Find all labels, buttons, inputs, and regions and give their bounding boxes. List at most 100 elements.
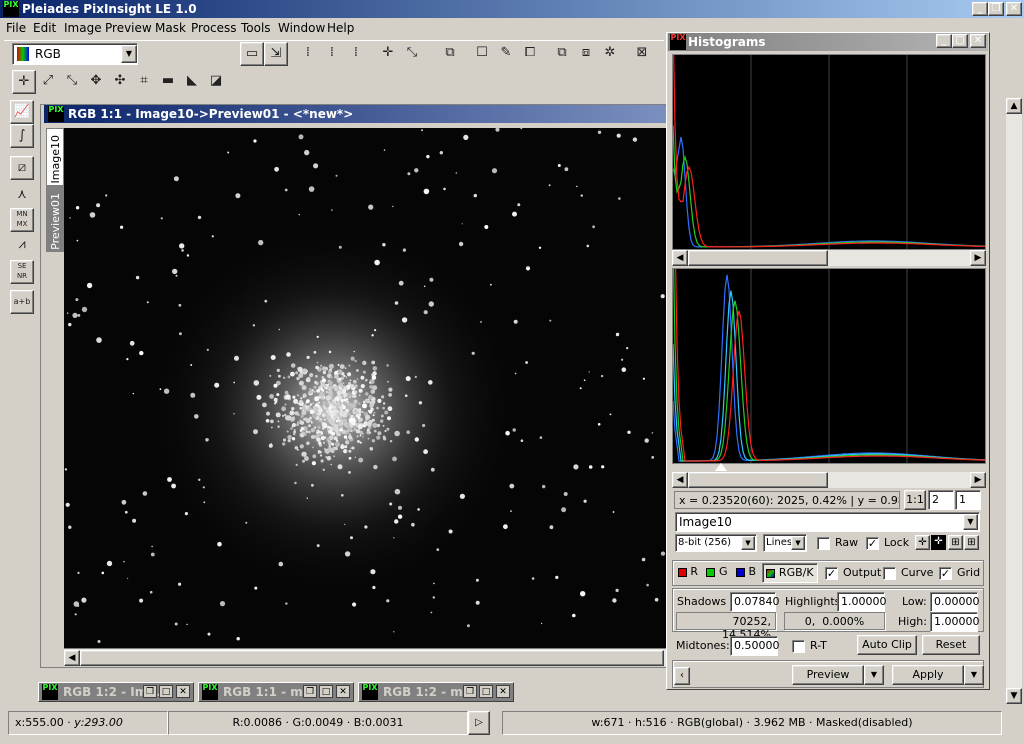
restore-icon[interactable]: ❐	[303, 685, 317, 698]
view-select[interactable]: Image10 ▼	[675, 512, 980, 532]
pan-mode-icon[interactable]: ✥	[84, 70, 108, 94]
close-button[interactable]: ✕	[1006, 2, 1022, 16]
minimized-window-3[interactable]: PIX RGB 1:2 - m... ❐ □ ✕	[358, 682, 514, 702]
maximize-icon[interactable]: □	[159, 685, 173, 698]
hist-bot-scroll-thumb[interactable]	[688, 472, 828, 488]
scroll-up-icon[interactable]: ▲	[1006, 98, 1022, 114]
menu-image[interactable]: Image	[64, 21, 102, 35]
hist-top-scroll-left-icon[interactable]: ◀	[672, 250, 688, 266]
reset-button[interactable]: Reset	[922, 635, 980, 655]
channel-b-button[interactable]: B	[734, 563, 758, 583]
output-histogram-scrollbar[interactable]: ◀ ▶	[672, 250, 986, 266]
crosshair-icon[interactable]: ✛	[915, 535, 930, 550]
zoom-out-mode-icon[interactable]: ⤡	[60, 70, 84, 94]
sn-tool-icon[interactable]: SE NR	[10, 260, 34, 284]
view-select-chevron-icon[interactable]: ▼	[963, 514, 978, 530]
hist-maximize-button[interactable]: □	[952, 34, 968, 48]
shadows-clip-marker-icon[interactable]	[715, 463, 727, 471]
edit-preview-icon[interactable]: ✎	[494, 42, 518, 66]
histograms-title-bar[interactable]: PIX Histograms _ □ ✕	[668, 33, 988, 51]
mask-mode-icon[interactable]: ▬	[156, 70, 180, 94]
hist-bot-scroll-right-icon[interactable]: ▶	[970, 472, 986, 488]
restore-button[interactable]: ❐	[988, 2, 1004, 16]
new-preview-icon[interactable]: ☐	[470, 42, 494, 66]
auto-clip-button[interactable]: Auto Clip	[857, 635, 917, 655]
center-mode-icon[interactable]: ✣	[108, 70, 132, 94]
zoom-h-field[interactable]: 2	[928, 490, 954, 510]
grid-checkbox[interactable]: ✓	[939, 567, 952, 580]
hist-minimize-button[interactable]: _	[936, 34, 952, 48]
new-window-icon[interactable]: ▭	[240, 42, 264, 66]
play-icon[interactable]: ▷	[468, 711, 490, 735]
rt-checkbox[interactable]	[792, 640, 805, 653]
mask-show-icon[interactable]: ◣	[180, 70, 204, 94]
wavelet-tool-icon[interactable]: ⩘	[10, 234, 34, 258]
channel-rgbk-button[interactable]: RGB/K	[762, 563, 818, 583]
zoom-mode-icon[interactable]: ⤢	[36, 70, 60, 94]
lock-checkbox[interactable]: ✓	[866, 537, 879, 550]
menu-mask[interactable]: Mask	[155, 21, 186, 35]
maximize-icon[interactable]: □	[479, 685, 493, 698]
channel-r-button[interactable]: R	[676, 563, 700, 583]
menu-process[interactable]: Process	[191, 21, 237, 35]
psf-tool-icon[interactable]: ⋏	[10, 184, 34, 208]
histogram-tool-icon[interactable]: 📈	[10, 100, 34, 124]
curves-tool-icon[interactable]: ∫	[10, 124, 34, 148]
apply-dropdown-chevron-icon[interactable]: ▼	[964, 665, 984, 685]
arithmetic-tool-icon[interactable]: a+b	[10, 290, 34, 314]
apply-button[interactable]: Apply	[892, 665, 964, 685]
low-input[interactable]: 0.00000	[930, 592, 980, 612]
input-histogram-scrollbar[interactable]: ◀ ▶	[672, 472, 986, 488]
chevron-down-icon[interactable]: ▼	[121, 45, 137, 63]
menu-preview[interactable]: Preview	[105, 21, 152, 35]
channel-select[interactable]: RGB ▼	[12, 43, 138, 65]
grid-dark-icon[interactable]: ✛	[931, 535, 946, 550]
maximize-icon[interactable]: □	[319, 685, 333, 698]
plot-style-chevron-icon[interactable]: ▼	[791, 536, 805, 550]
main-vertical-scrollbar[interactable]: ▲ ▼	[1006, 98, 1022, 704]
output-checkbox[interactable]: ✓	[825, 567, 838, 580]
collapse-left-icon[interactable]: ‹	[674, 667, 690, 685]
hist-close-button[interactable]: ✕	[970, 34, 986, 48]
channel-g-button[interactable]: G	[704, 563, 730, 583]
close-icon[interactable]: ✕	[496, 685, 510, 698]
shadows-input[interactable]: 0.07840	[730, 592, 780, 612]
scroll-down-icon[interactable]: ▼	[1006, 688, 1022, 704]
readout-mode-icon[interactable]: ✛	[12, 70, 36, 94]
zoom-v-field[interactable]: 1	[955, 490, 981, 510]
menu-edit[interactable]: Edit	[33, 21, 56, 35]
scroll-thumb[interactable]	[80, 650, 664, 666]
image-horizontal-scrollbar[interactable]: ◀	[64, 648, 666, 666]
clone-icon[interactable]: ⧉	[438, 42, 462, 66]
minimize-button[interactable]: _	[972, 2, 988, 16]
highlights-input[interactable]: 1.00000	[837, 592, 887, 612]
hist-top-scroll-right-icon[interactable]: ▶	[970, 250, 986, 266]
zoom-1-2-icon[interactable]: ⁞	[320, 42, 344, 66]
restore-icon[interactable]: ❐	[463, 685, 477, 698]
hist-bot-scroll-left-icon[interactable]: ◀	[672, 472, 688, 488]
preview-restore-icon[interactable]: ⧈	[574, 42, 598, 66]
scroll-left-icon[interactable]: ◀	[64, 650, 80, 666]
image-canvas[interactable]	[64, 128, 666, 648]
preview-button[interactable]: Preview	[792, 665, 864, 685]
menu-help[interactable]: Help	[327, 21, 354, 35]
tab-image10[interactable]: Image10	[46, 128, 64, 186]
tab-preview01[interactable]: Preview01	[46, 186, 64, 252]
input-histogram-plot[interactable]	[672, 17, 986, 464]
mask-invert-icon[interactable]: ◪	[204, 70, 228, 94]
minimized-window-1[interactable]: PIX RGB 1:2 - Im... ❐ □ ✕	[38, 682, 194, 702]
image-window-title-bar[interactable]: PIX RGB 1:1 - Image10->Preview01 - <*new…	[44, 105, 666, 123]
preview-dropdown-chevron-icon[interactable]: ▼	[864, 665, 884, 685]
zoom-1-1-icon[interactable]: ⁞	[296, 42, 320, 66]
fit-window-icon[interactable]: ⇲	[264, 42, 288, 66]
grid-light-icon[interactable]: ⊞	[948, 535, 963, 550]
zoom-1-3-icon[interactable]: ⁞	[344, 42, 368, 66]
preview-store-icon[interactable]: ⧉	[550, 42, 574, 66]
zoom-out-icon[interactable]: ⤡	[400, 42, 424, 66]
high-input[interactable]: 1.00000	[930, 612, 980, 632]
restore-icon[interactable]: ❐	[143, 685, 157, 698]
zoom-1-1-button[interactable]: 1:1	[904, 490, 926, 510]
raw-checkbox[interactable]	[817, 537, 830, 550]
close-icon[interactable]: ✕	[176, 685, 190, 698]
crop-tool-icon[interactable]: ⧄	[10, 156, 34, 180]
